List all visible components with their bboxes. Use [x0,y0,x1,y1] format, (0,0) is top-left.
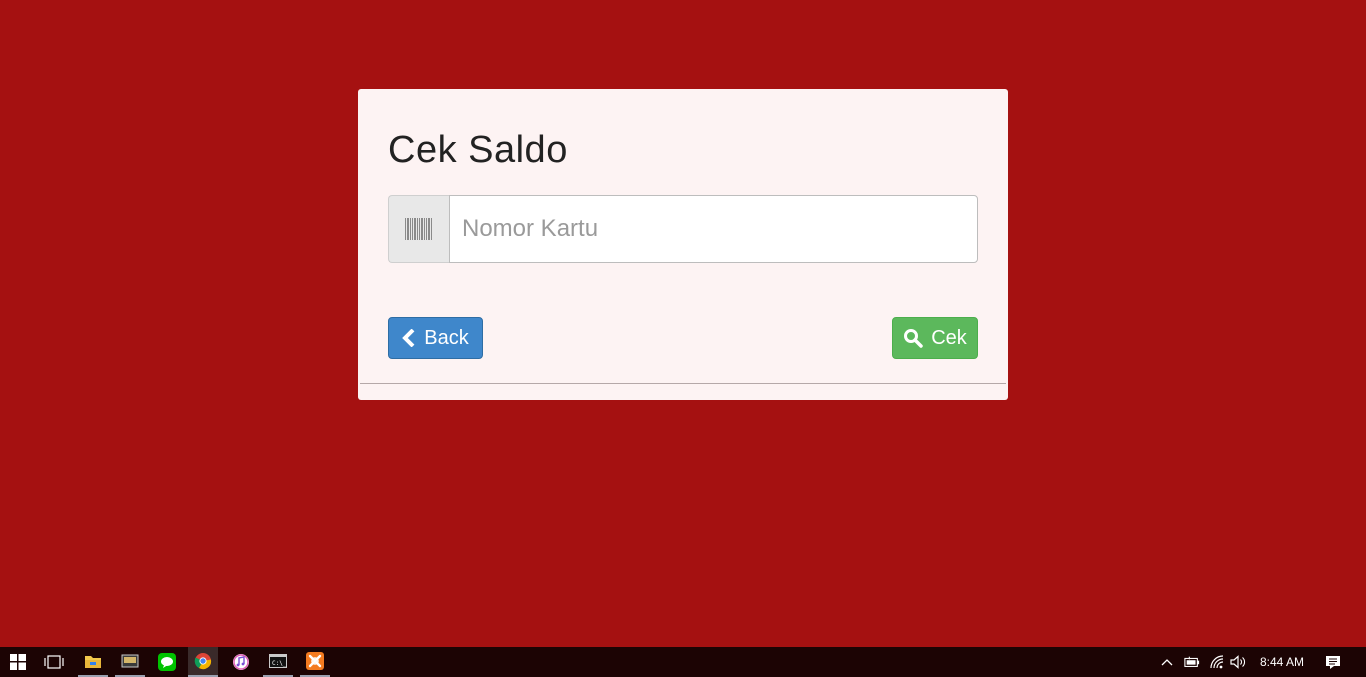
check-button-label: Cek [931,326,967,349]
taskbar-clock[interactable]: 8:44 AM [1252,647,1312,677]
wifi-icon [1210,655,1224,669]
action-center-button[interactable] [1325,654,1341,670]
xampp-icon [306,652,324,670]
taskbar-app-chrome[interactable] [188,647,218,677]
card-number-input-group [388,195,978,263]
chevron-up-icon [1161,659,1173,666]
battery-tray[interactable] [1184,654,1200,670]
command-prompt-icon: C:\_ [269,654,287,668]
page-title: Cek Saldo [388,129,568,171]
taskbar-app-command-prompt[interactable]: C:\_ [263,647,293,677]
file-explorer-icon [85,656,101,668]
taskbar-app-file-explorer[interactable] [78,647,108,677]
windows-icon [10,654,26,670]
task-view-icon [44,655,64,669]
taskbar-app-line[interactable] [152,647,182,677]
barcode-icon [405,218,432,240]
chrome-icon [194,653,212,670]
line-icon [158,653,176,671]
back-button[interactable]: Back [388,317,483,359]
taskbar-app-xampp[interactable] [300,647,330,677]
back-button-label: Back [424,326,469,349]
taskbar: C:\_ 8:44 AM [0,647,1366,677]
divider [360,383,1006,384]
barcode-addon [388,195,449,263]
taskbar-app-itunes[interactable] [226,647,256,677]
svg-text:C:\_: C:\_ [272,660,287,667]
network-tray[interactable] [1209,654,1225,670]
volume-tray[interactable] [1230,654,1246,670]
start-button[interactable] [3,647,33,677]
notification-icon [1326,655,1340,669]
check-balance-card: Cek Saldo Nomor Kartu Back Cek [358,89,1008,400]
card-number-input[interactable] [449,195,978,263]
itunes-icon [233,654,249,670]
chevron-left-icon [402,329,415,347]
battery-icon [1184,656,1200,667]
check-button[interactable]: Cek [892,317,978,359]
volume-icon [1230,655,1245,669]
search-icon [904,329,923,348]
show-hidden-icons-button[interactable] [1159,654,1175,670]
app-icon [121,654,139,668]
taskbar-app-2[interactable] [115,647,145,677]
task-view-button[interactable] [39,647,69,677]
